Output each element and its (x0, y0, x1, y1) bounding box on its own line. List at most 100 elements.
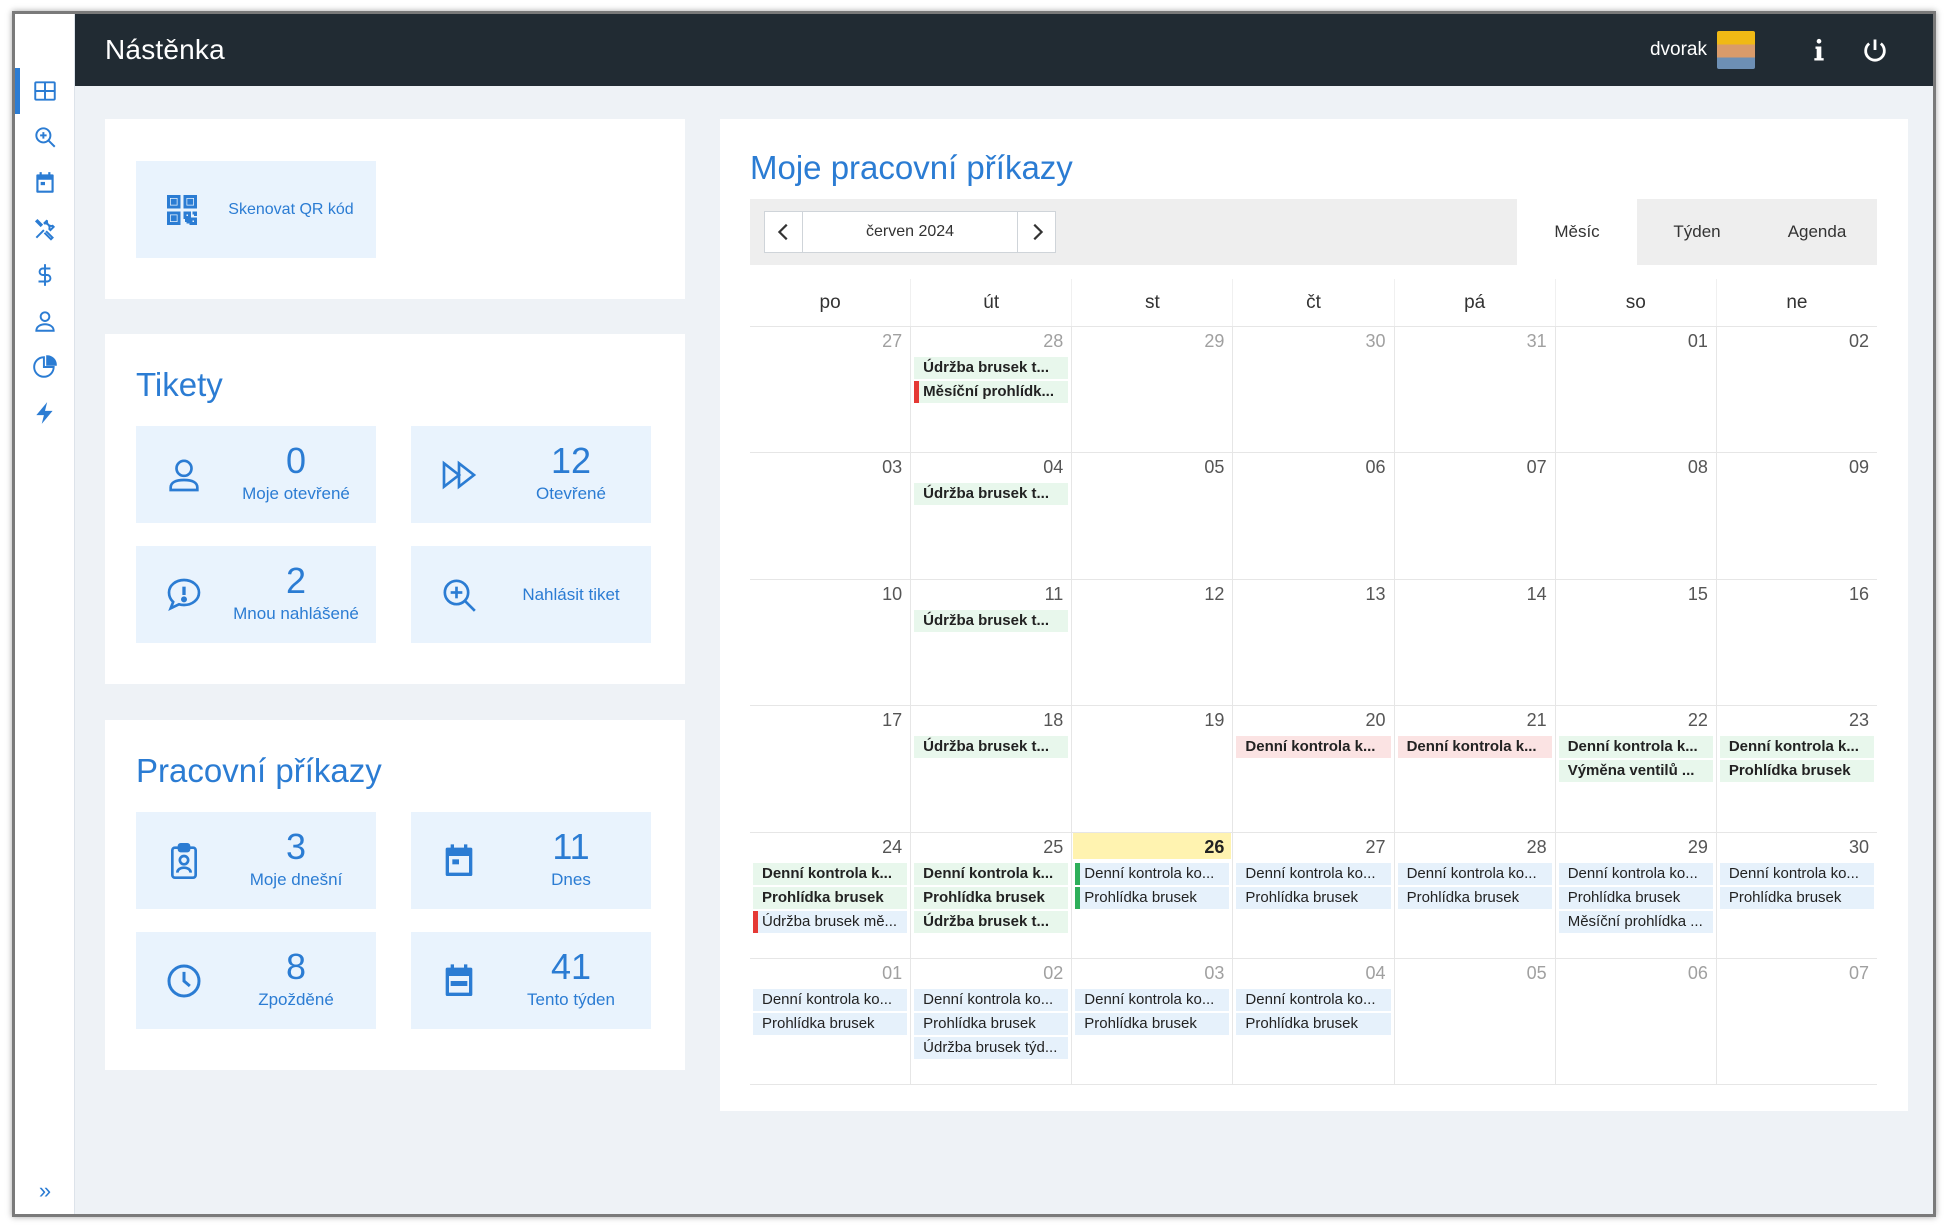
day-cell[interactable]: 03 Denní kontrola ko... Prohlídka brusek (1071, 958, 1232, 1085)
day-number[interactable]: 29 (1204, 331, 1224, 352)
calendar-event[interactable]: Prohlídka brusek (1075, 1012, 1230, 1035)
calendar-event[interactable]: Prohlídka brusek (914, 1012, 1069, 1035)
tab-agenda[interactable]: Agenda (1757, 199, 1877, 265)
calendar-event[interactable]: Měsíční prohlídka ... (1558, 910, 1713, 933)
day-number[interactable]: 05 (1204, 457, 1224, 478)
day-number[interactable]: 15 (1688, 584, 1708, 605)
day-cell[interactable]: 21 Denní kontrola k... (1393, 706, 1555, 832)
calendar-event[interactable]: Údržba brusek mě... (753, 910, 908, 933)
calendar-event[interactable]: Údržba brusek t... (914, 910, 1069, 933)
day-cell[interactable]: 07 (1393, 453, 1555, 579)
calendar-event[interactable]: Denní kontrola k... (753, 862, 908, 885)
day-cell[interactable]: 01 Denní kontrola ko... Prohlídka brusek (750, 959, 910, 1084)
day-cell[interactable]: 18 Údržba brusek t... (910, 706, 1071, 832)
day-cell[interactable]: 17 (750, 706, 910, 831)
calendar-event[interactable]: Prohlídka brusek (753, 1012, 908, 1035)
day-cell[interactable]: 06 (1232, 453, 1393, 579)
tile-today[interactable]: 11 Dnes (411, 812, 651, 909)
day-cell[interactable]: 04 Údržba brusek t... (910, 453, 1071, 579)
day-cell[interactable]: 25 Denní kontrola k... Prohlídka brusek Údr… (910, 832, 1071, 958)
day-cell[interactable]: 05 (1393, 958, 1555, 1085)
rail-pie-chart-icon[interactable] (15, 344, 75, 390)
day-cell[interactable]: 16 (1715, 579, 1877, 706)
calendar-event[interactable]: Denní kontrola k... (1236, 736, 1391, 759)
day-cell[interactable]: 08 (1554, 453, 1716, 579)
day-number[interactable]: 07 (1527, 457, 1547, 478)
day-number[interactable]: 18 (1043, 710, 1063, 731)
calendar-event[interactable]: Denní kontrola ko... (914, 988, 1069, 1011)
calendar-event[interactable]: Denní kontrola k... (1719, 736, 1874, 759)
day-number[interactable]: 03 (882, 457, 902, 478)
day-number[interactable]: 30 (1849, 837, 1869, 858)
calendar-event[interactable]: Prohlídka brusek (1397, 886, 1552, 909)
day-number[interactable]: 22 (1688, 710, 1708, 731)
day-cell[interactable]: 04 Denní kontrola ko... Prohlídka brusek (1232, 958, 1393, 1085)
report-ticket-button[interactable]: Nahlásit tiket (411, 546, 651, 643)
day-cell[interactable]: 10 (750, 580, 910, 705)
calendar-event[interactable]: Prohlídka brusek (1236, 886, 1391, 909)
calendar-event[interactable]: Denní kontrola ko... (1075, 988, 1230, 1011)
day-number[interactable]: 06 (1688, 963, 1708, 984)
day-number[interactable]: 03 (1204, 963, 1224, 984)
calendar-event[interactable]: Denní kontrola ko... (753, 988, 908, 1011)
day-number[interactable]: 05 (1527, 963, 1547, 984)
day-cell[interactable]: 01 (1554, 327, 1716, 453)
day-cell[interactable]: 20 Denní kontrola k... (1232, 706, 1393, 832)
day-cell[interactable]: 06 (1554, 958, 1716, 1085)
day-cell[interactable]: 30 Denní kontrola ko... Prohlídka brusek (1715, 832, 1877, 958)
day-number[interactable]: 13 (1366, 584, 1386, 605)
day-number[interactable]: 16 (1849, 584, 1869, 605)
calendar-event[interactable]: Prohlídka brusek (1558, 886, 1713, 909)
day-number[interactable]: 01 (882, 963, 902, 984)
power-icon[interactable] (1857, 32, 1893, 68)
day-number[interactable]: 11 (1045, 584, 1064, 605)
day-cell[interactable]: 27 (750, 327, 910, 452)
day-cell[interactable]: 27 Denní kontrola ko... Prohlídka brusek (1232, 832, 1393, 958)
day-cell[interactable]: 23 Denní kontrola k... Prohlídka brusek (1715, 706, 1877, 832)
calendar-event[interactable]: Denní kontrola ko... (1236, 862, 1391, 885)
day-number[interactable]: 25 (1043, 837, 1063, 858)
username[interactable]: dvorak (1650, 39, 1707, 61)
calendar-event[interactable]: Prohlídka brusek (1075, 886, 1230, 909)
calendar-event[interactable]: Údržba brusek týd... (914, 1036, 1069, 1059)
avatar[interactable] (1717, 31, 1755, 69)
day-cell[interactable]: 12 (1071, 579, 1232, 706)
day-number[interactable]: 07 (1849, 963, 1869, 984)
calendar-event[interactable]: Denní kontrola k... (1397, 736, 1552, 759)
day-cell[interactable]: 31 (1393, 327, 1555, 453)
day-number[interactable]: 09 (1849, 457, 1869, 478)
day-cell[interactable]: 09 (1715, 453, 1877, 579)
day-cell[interactable]: 28 Údržba brusek t... Měsíční prohlídk... (910, 327, 1071, 453)
calendar-event[interactable]: Výměna ventilů ... (1558, 760, 1713, 783)
calendar-event[interactable]: Údržba brusek t... (914, 357, 1069, 379)
day-cell[interactable]: 07 (1715, 958, 1877, 1085)
day-cell[interactable]: 02 (1715, 327, 1877, 453)
day-number[interactable]: 08 (1688, 457, 1708, 478)
calendar-event[interactable]: Denní kontrola ko... (1719, 862, 1874, 885)
rail-user-icon[interactable] (15, 298, 75, 344)
rail-calendar-icon[interactable] (15, 160, 75, 206)
calendar-event[interactable]: Údržba brusek t... (914, 736, 1069, 759)
day-cell[interactable]: 29 (1071, 327, 1232, 453)
calendar-event[interactable]: Údržba brusek t... (914, 609, 1069, 632)
day-number[interactable]: 23 (1849, 710, 1869, 731)
calendar-event[interactable]: Prohlídka brusek (1719, 886, 1874, 909)
scan-qr-button[interactable]: Skenovat QR kód (136, 161, 376, 258)
tab-week[interactable]: Týden (1637, 199, 1757, 265)
day-cell[interactable]: 29 Denní kontrola ko... Prohlídka brusek Mě… (1554, 832, 1716, 958)
day-number[interactable]: 02 (1043, 963, 1063, 984)
calendar-event[interactable]: Denní kontrola k... (1558, 736, 1713, 759)
expand-rail-icon[interactable]: » (15, 1168, 75, 1214)
calendar-event[interactable]: Prohlídka brusek (1236, 1012, 1391, 1035)
prev-month-button[interactable] (765, 212, 803, 252)
calendar-event[interactable]: Denní kontrola ko... (1558, 862, 1713, 885)
rail-bolt-icon[interactable] (15, 390, 75, 436)
day-number[interactable]: 28 (1043, 331, 1063, 352)
rail-zoom-in-icon[interactable] (15, 114, 75, 160)
day-number[interactable]: 06 (1366, 457, 1386, 478)
day-number[interactable]: 01 (1688, 331, 1708, 352)
calendar-event[interactable]: Prohlídka brusek (914, 886, 1069, 909)
day-cell[interactable]: 05 (1071, 453, 1232, 579)
calendar-event[interactable]: Denní kontrola ko... (1397, 862, 1552, 885)
tile-late[interactable]: 8 Zpožděné (136, 932, 376, 1029)
